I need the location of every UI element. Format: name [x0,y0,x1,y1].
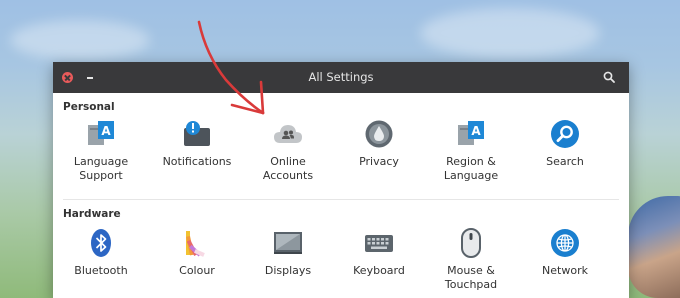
annotation-arrow [197,20,265,115]
